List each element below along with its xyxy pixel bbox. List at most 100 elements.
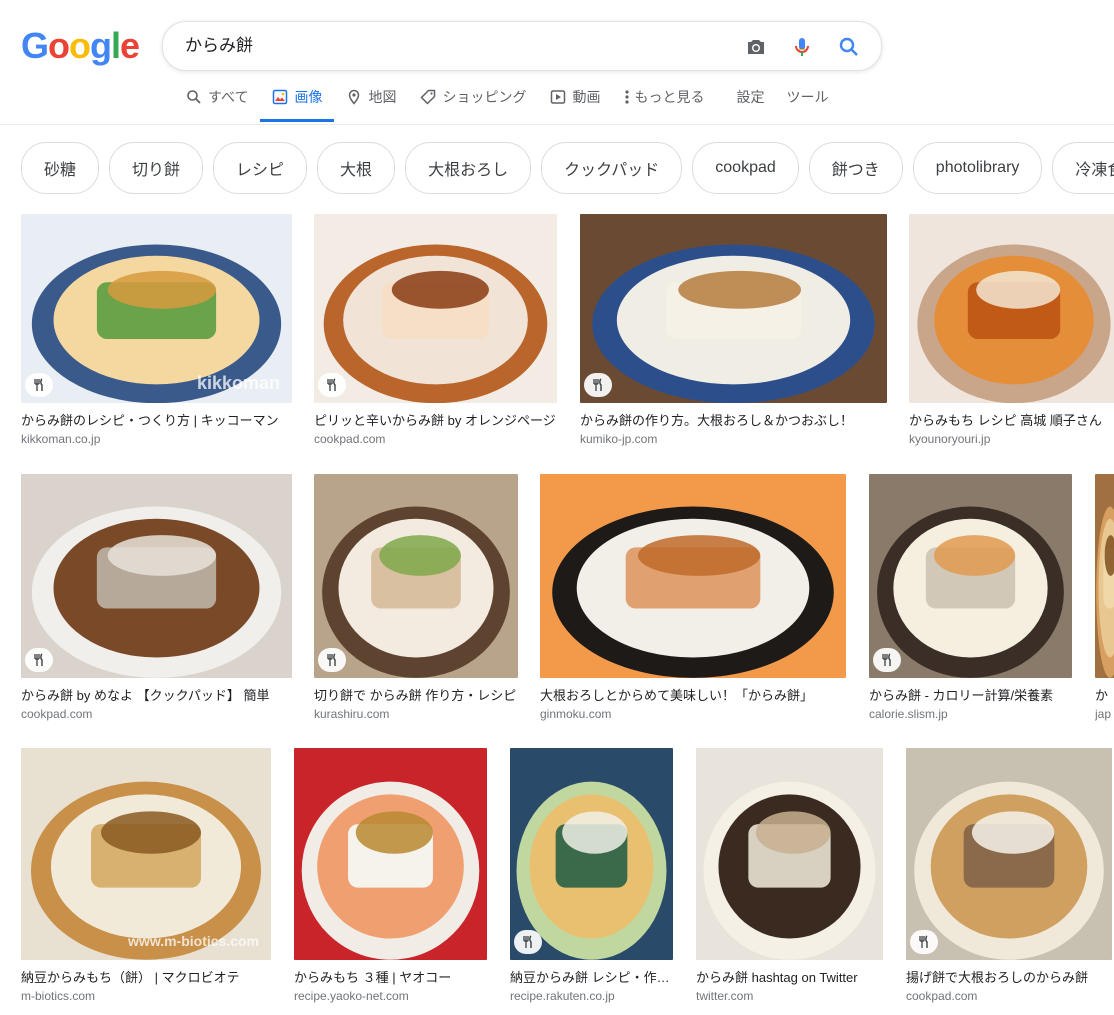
result-thumbnail[interactable] (906, 748, 1112, 960)
related-search-chip[interactable]: 砂糖 (21, 142, 100, 194)
result-domain[interactable]: m-biotics.com (21, 988, 271, 1004)
result-title[interactable]: 大根おろしとからめて美味しい！「からみ餅」 (540, 687, 846, 705)
result-domain[interactable]: kumiko-jp.com (580, 431, 887, 447)
result-title[interactable]: からみ餅の作り方。大根おろし＆かつおぶし！ (580, 412, 887, 430)
search-input[interactable]: からみ餅 (185, 22, 253, 70)
image-result[interactable]: www.m-biotics.com 納豆からみもち（餅） | マクロビオテ m-bi… (21, 748, 271, 1004)
search-box[interactable]: からみ餅 (162, 21, 882, 71)
result-thumbnail[interactable] (696, 748, 883, 960)
search-icon (186, 89, 202, 105)
result-thumbnail[interactable] (510, 748, 673, 960)
tab-label: もっと見る (634, 89, 705, 105)
recipe-fork-knife-icon (910, 930, 938, 954)
result-thumbnail[interactable] (909, 214, 1114, 403)
result-thumbnail[interactable] (294, 748, 487, 960)
result-thumbnail[interactable] (314, 214, 557, 403)
image-result[interactable]: からみ餅 hashtag on Twitter twitter.com (696, 748, 883, 1004)
result-title[interactable]: 納豆からみ餅 レシピ・作り方 (510, 969, 673, 987)
result-title[interactable]: からみもち ３種 | ヤオコー (294, 969, 487, 987)
image-result[interactable]: からみ餅 - カロリー計算/栄養素 calorie.slism.jp (869, 474, 1072, 722)
related-search-chip[interactable]: 大根おろし (405, 142, 532, 194)
logo-letter: o (48, 25, 70, 66)
tab-2[interactable]: 地図 (346, 84, 396, 122)
tab-label: 設定 (736, 89, 765, 105)
result-domain[interactable]: cookpad.com (906, 988, 1112, 1004)
result-domain[interactable]: twitter.com (696, 988, 883, 1004)
image-result[interactable]: 納豆からみ餅 レシピ・作り方 recipe.rakuten.co.jp (510, 748, 673, 1004)
tab-7[interactable]: ツール (786, 84, 828, 122)
result-thumbnail[interactable] (1095, 474, 1114, 678)
related-search-chip[interactable]: photolibrary (912, 142, 1043, 194)
more-vert-icon (624, 89, 630, 105)
result-domain[interactable]: recipe.rakuten.co.jp (510, 988, 673, 1004)
image-icon (272, 89, 288, 105)
result-title[interactable]: 納豆からみもち（餅） | マクロビオテ (21, 969, 271, 987)
tab-5[interactable]: もっと見る (624, 84, 704, 122)
recipe-fork-knife-icon (318, 648, 346, 672)
recipe-fork-knife-icon (873, 648, 901, 672)
map-pin-icon (346, 89, 362, 105)
result-domain[interactable]: recipe.yaoko-net.com (294, 988, 487, 1004)
result-domain[interactable]: ginmoku.com (540, 706, 846, 722)
watermark: kikkoman (197, 373, 280, 393)
tab-0[interactable]: すべて (186, 84, 248, 122)
related-search-chip[interactable]: 切り餅 (109, 142, 204, 194)
image-result[interactable]: からみ餅 by めなよ 【クックパッド】 簡単 cookpad.com (21, 474, 292, 722)
microphone-icon[interactable] (789, 34, 815, 60)
image-result[interactable]: 切り餅で からみ餅 作り方・レシピ kurashiru.com (314, 474, 518, 722)
tab-label: ツール (786, 89, 829, 105)
image-result[interactable]: からみ餅の作り方。大根おろし＆かつおぶし！ kumiko-jp.com (580, 214, 887, 447)
image-result[interactable]: か jap (1095, 474, 1114, 722)
related-search-chip[interactable]: レシピ (213, 142, 308, 194)
image-result[interactable]: kikkoman からみ餅のレシピ・つくり方 | キッコーマン kikkoman.c… (21, 214, 292, 447)
result-thumbnail[interactable] (869, 474, 1072, 678)
result-title[interactable]: からみ餅 hashtag on Twitter (696, 969, 883, 987)
tab-1[interactable]: 画像 (260, 84, 335, 122)
image-result[interactable]: からみもち レシピ 高城 順子さん kyounoryouri.jp (909, 214, 1114, 447)
result-domain[interactable]: kikkoman.co.jp (21, 431, 292, 447)
result-title[interactable]: ピリッと辛いからみ餅 by オレンジページ (314, 412, 557, 430)
related-search-chip[interactable]: 餅つき (808, 142, 903, 194)
result-domain[interactable]: jap (1095, 706, 1114, 722)
result-thumbnail[interactable] (314, 474, 518, 678)
result-domain[interactable]: cookpad.com (21, 706, 292, 722)
image-result[interactable]: 大根おろしとからめて美味しい！「からみ餅」 ginmoku.com (540, 474, 846, 722)
result-title[interactable]: 揚げ餅で大根おろしのからみ餅 (906, 969, 1112, 987)
result-thumbnail[interactable] (580, 214, 887, 403)
image-result[interactable]: からみもち ３種 | ヤオコー recipe.yaoko-net.com (294, 748, 487, 1004)
result-title[interactable]: からみもち レシピ 高城 順子さん (909, 412, 1114, 430)
result-title[interactable]: からみ餅 - カロリー計算/栄養素 (869, 687, 1072, 705)
tab-label: ショッピング (442, 89, 527, 105)
result-thumbnail[interactable]: www.m-biotics.com (21, 748, 271, 960)
result-thumbnail[interactable]: kikkoman (21, 214, 292, 403)
recipe-fork-knife-icon (318, 373, 346, 397)
result-domain[interactable]: cookpad.com (314, 431, 557, 447)
search-icon[interactable] (836, 34, 862, 60)
result-domain[interactable]: kyounoryouri.jp (909, 431, 1114, 447)
related-search-chip[interactable]: 大根 (317, 142, 396, 194)
result-title[interactable]: からみ餅のレシピ・つくり方 | キッコーマン (21, 412, 292, 430)
related-search-chip[interactable]: cookpad (692, 142, 799, 194)
recipe-fork-knife-icon (25, 648, 53, 672)
tab-6[interactable]: 設定 (736, 84, 764, 122)
related-search-chip[interactable]: 冷凍食品 (1052, 142, 1114, 194)
camera-icon[interactable] (743, 34, 769, 60)
tab-3[interactable]: ショッピング (420, 84, 526, 122)
result-title[interactable]: か (1095, 687, 1114, 705)
result-thumbnail[interactable] (21, 474, 292, 678)
related-search-chip[interactable]: クックパッド (541, 142, 683, 194)
logo-letter: G (21, 25, 49, 66)
result-domain[interactable]: calorie.slism.jp (869, 706, 1072, 722)
logo-letter: e (120, 25, 140, 66)
image-result[interactable]: ピリッと辛いからみ餅 by オレンジページ cookpad.com (314, 214, 557, 447)
result-thumbnail[interactable] (540, 474, 846, 678)
image-result[interactable]: 揚げ餅で大根おろしのからみ餅 cookpad.com (906, 748, 1112, 1004)
tab-label: 画像 (294, 89, 323, 105)
search-tabs: すべて 画像 地図 ショッピング 動画 もっと見る 設定 ツール (186, 84, 850, 122)
result-domain[interactable]: kurashiru.com (314, 706, 518, 722)
watermark: www.m-biotics.com (127, 933, 259, 949)
google-logo[interactable]: Google (21, 25, 140, 66)
result-title[interactable]: からみ餅 by めなよ 【クックパッド】 簡単 (21, 687, 292, 705)
tab-4[interactable]: 動画 (550, 84, 600, 122)
result-title[interactable]: 切り餅で からみ餅 作り方・レシピ (314, 687, 518, 705)
